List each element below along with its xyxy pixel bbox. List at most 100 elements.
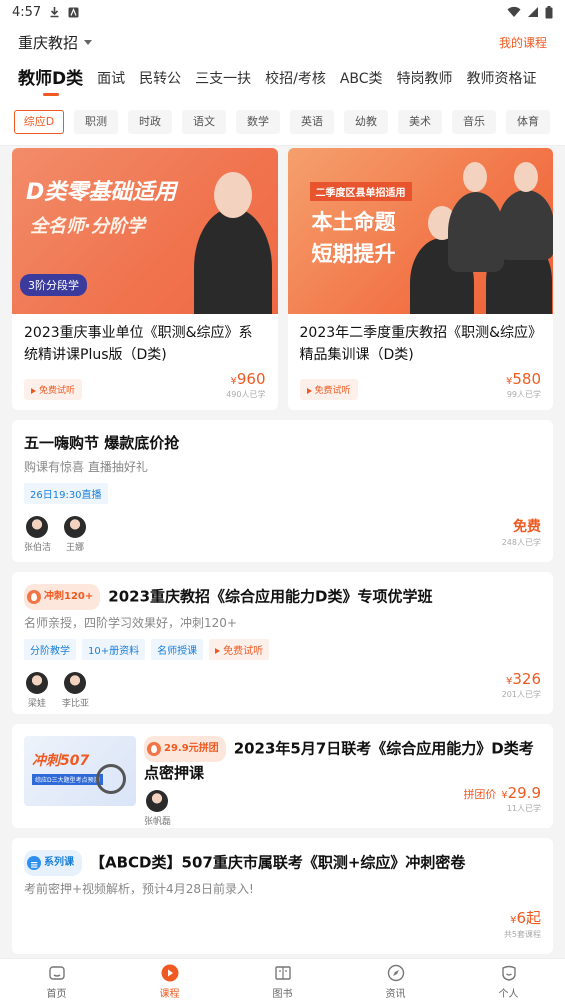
- tab-campus-recruit[interactable]: 校招/考核: [265, 60, 326, 98]
- teacher-list: 张伯洁 王娜: [24, 516, 541, 553]
- series-badge: 系列课: [24, 850, 82, 877]
- status-time: 4:57: [12, 4, 42, 20]
- battery-icon: [545, 5, 553, 18]
- subtab-politics[interactable]: 时政: [128, 109, 172, 134]
- category-tabs: 教师D类 面试 民转公 三支一扶 校招/考核 ABC类 特岗教师 教师资格证: [0, 60, 565, 98]
- course-banner-image: 二季度区县单招适用 本土命题 短期提升: [287, 148, 553, 314]
- teacher-name: 张帆磊: [144, 817, 172, 827]
- feature-tag: 名师授课: [151, 639, 204, 660]
- course-title: 五一嗨购节 爆款底价抢: [24, 434, 180, 452]
- course-card[interactable]: 冲刺507 综应D三大题型考点预测 29.9元拼团 2023年5月7日联考《综合应…: [12, 724, 553, 828]
- subtab-music[interactable]: 音乐: [452, 109, 496, 134]
- free-trial-button[interactable]: 免费试听: [209, 639, 270, 660]
- tab-min-to-public[interactable]: 民转公: [139, 60, 181, 98]
- nav-label: 课程: [159, 988, 180, 1000]
- sold-count: 248人已学: [501, 538, 541, 547]
- price-value: 6起: [516, 909, 541, 927]
- trial-label: 免费试听: [314, 386, 351, 396]
- free-trial-button[interactable]: 免费试听: [24, 379, 83, 400]
- nav-courses[interactable]: 课程: [113, 959, 226, 1004]
- course-card[interactable]: 五一嗨购节 爆款底价抢 购课有惊喜 直播抽好礼 26日19:30直播 张伯洁 王…: [12, 420, 553, 562]
- app-notification-icon: [68, 7, 79, 17]
- subtab-pe[interactable]: 体育: [506, 109, 550, 134]
- subtab-zongying-d[interactable]: 综应D: [14, 109, 64, 134]
- free-trial-button[interactable]: 免费试听: [299, 379, 358, 400]
- teacher-name: 王娜: [65, 543, 84, 553]
- teacher-face: [462, 162, 487, 192]
- chevron-down-icon: [84, 39, 93, 45]
- price: ¥580: [506, 370, 541, 388]
- course-card[interactable]: D类零基础适用 全名师·分阶学 3阶分段学 2023重庆事业单位《职测&综应》系…: [12, 148, 278, 410]
- course-subtitle: 考前密押+视频解析，预计4月28日前录入!: [24, 882, 254, 896]
- course-subtitle: 购课有惊喜 直播抽好礼: [24, 460, 148, 474]
- subject-filter: 综应D 职测 时政 语文 数学 英语 幼教 美术 音乐 体育: [0, 98, 565, 146]
- sold-count: 490人已学: [226, 390, 266, 399]
- my-courses-link[interactable]: 我的课程: [499, 34, 547, 51]
- nav-news[interactable]: 资讯: [339, 959, 452, 1004]
- subtab-art[interactable]: 美术: [398, 109, 442, 134]
- top-header: 重庆教招 我的课程: [0, 24, 565, 60]
- course-title: 2023重庆教招《综合应用能力D类》专项优学班: [108, 587, 433, 606]
- subtab-chinese[interactable]: 语文: [182, 109, 226, 134]
- trial-label: 免费试听: [223, 646, 264, 657]
- tab-three-support[interactable]: 三支一扶: [195, 60, 251, 98]
- nav-home[interactable]: 首页: [0, 959, 113, 1004]
- teacher-photo: [447, 192, 504, 272]
- course-banner-image: D类零基础适用 全名师·分阶学 3阶分段学: [12, 148, 278, 314]
- tab-teacher-d[interactable]: 教师D类: [18, 60, 83, 98]
- avatar: [26, 672, 48, 694]
- promo-badge: 29.9元拼团: [144, 736, 226, 762]
- tab-special-post[interactable]: 特岗教师: [397, 60, 453, 98]
- price-value: 960: [236, 370, 266, 388]
- nav-label: 资讯: [385, 988, 406, 1000]
- bottom-nav: 首页 课程 图书 资讯 个人: [0, 958, 565, 1004]
- banner-subline: 短期提升: [311, 242, 396, 266]
- subtab-english[interactable]: 英语: [290, 109, 334, 134]
- price-value: 29.9: [507, 784, 541, 802]
- play-circle-icon: [161, 964, 179, 982]
- city-selector[interactable]: 重庆教招: [18, 32, 93, 53]
- course-title: 【ABCD类】507重庆市属联考《职测+综应》冲刺密卷: [90, 853, 466, 872]
- teacher-name: 梁娃: [27, 699, 46, 709]
- course-card[interactable]: 冲刺120+ 2023重庆教招《综合应用能力D类》专项优学班 名师亲授，四阶学习效…: [12, 572, 553, 714]
- nav-books[interactable]: 图书: [226, 959, 339, 1004]
- nav-label: 个人: [498, 988, 519, 1000]
- tab-abc[interactable]: ABC类: [340, 60, 383, 98]
- teacher-name: 李比亚: [62, 699, 90, 709]
- nav-profile[interactable]: 个人: [452, 959, 565, 1004]
- subtab-math[interactable]: 数学: [236, 109, 280, 134]
- promo-badge: 冲刺120+: [24, 584, 101, 610]
- banner-headline: 本土命题: [311, 210, 396, 234]
- live-time-tag: 26日19:30直播: [24, 483, 108, 504]
- course-card[interactable]: 二季度区县单招适用 本土命题 短期提升 2023年二季度重庆教招《职测&综应》精…: [287, 148, 553, 410]
- price: ¥960: [226, 370, 265, 388]
- compass-icon: [387, 964, 405, 982]
- fire-icon: [147, 742, 161, 756]
- price-value: 326: [512, 670, 541, 688]
- tab-interview[interactable]: 面试: [97, 60, 125, 98]
- fire-icon: [27, 590, 41, 604]
- course-count: 共5套课程: [503, 930, 541, 939]
- price: ¥6起: [504, 907, 541, 928]
- tab-teacher-cert[interactable]: 教师资格证: [467, 60, 537, 98]
- status-bar: 4:57: [0, 0, 565, 24]
- avatar: [64, 516, 86, 538]
- avatar: [26, 516, 48, 538]
- course-card[interactable]: 系列课 【ABCD类】507重庆市属联考《职测+综应》冲刺密卷 考前密押+视频解析…: [12, 838, 553, 954]
- wifi-icon: [507, 6, 521, 17]
- course-title: 2023年二季度重庆教招《职测&综应》精品集训课（D类): [299, 325, 536, 363]
- download-icon: [50, 7, 59, 18]
- avatar: [64, 672, 86, 694]
- badge-label: 系列课: [44, 857, 74, 868]
- subtab-zhice[interactable]: 职测: [74, 109, 118, 134]
- price: 免费: [513, 519, 541, 535]
- feature-tag: 10+册资料: [82, 639, 146, 660]
- banner-top-label: 二季度区县单招适用: [309, 182, 412, 201]
- subtab-preschool[interactable]: 幼教: [344, 109, 388, 134]
- feature-tag: 分阶教学: [24, 639, 76, 660]
- course-title: 2023重庆事业单位《职测&综应》系统精讲课Plus版（D类): [24, 325, 253, 363]
- home-icon: [48, 964, 66, 982]
- thumb-headline: 冲刺507: [32, 753, 90, 769]
- play-icon: [31, 387, 36, 394]
- magnifier-icon: [96, 764, 126, 794]
